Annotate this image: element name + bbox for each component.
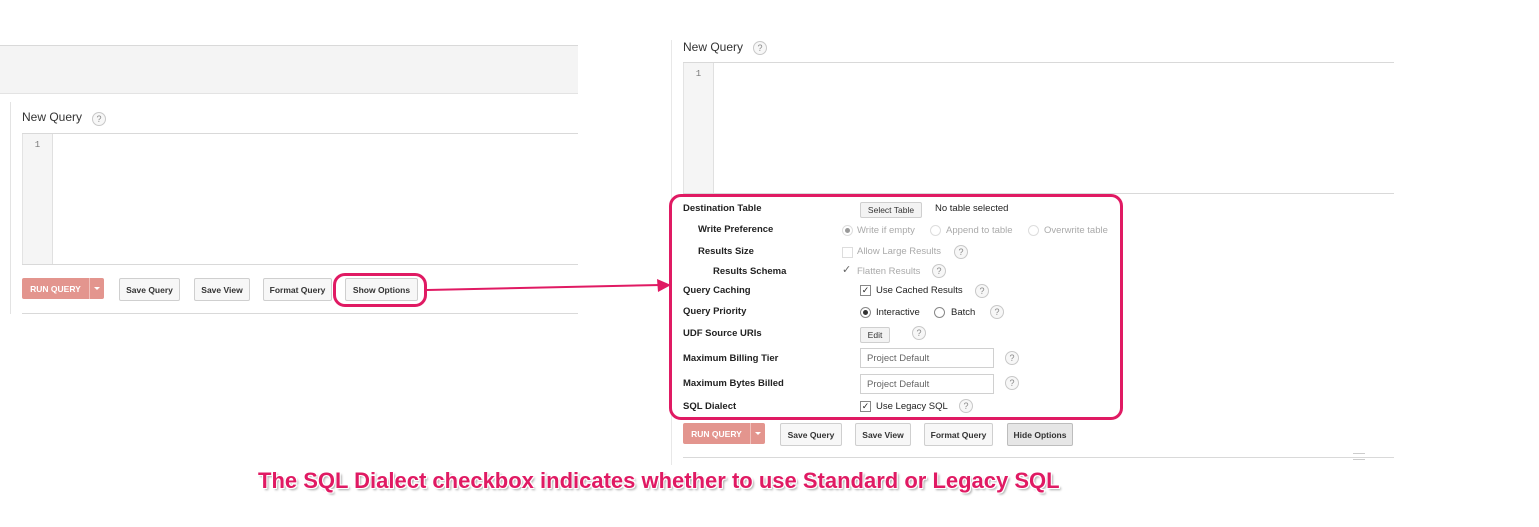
- left-help-icon[interactable]: ?: [92, 112, 106, 126]
- max-billing-tier-label: Maximum Billing Tier: [683, 353, 779, 364]
- use-cached-results-checkbox[interactable]: ✓: [860, 285, 871, 296]
- interactive-radio[interactable]: [860, 307, 871, 318]
- left-toolbar-area: [0, 45, 578, 94]
- sql-dialect-label: SQL Dialect: [683, 401, 737, 412]
- write-preference-label: Write Preference: [698, 224, 774, 235]
- left-run-query-label: RUN QUERY: [30, 283, 81, 294]
- use-legacy-sql-checkbox[interactable]: ✓: [860, 401, 871, 412]
- allow-large-results-label: Allow Large Results: [857, 246, 941, 257]
- max-billing-tier-help-icon[interactable]: ?: [1005, 351, 1019, 365]
- chevron-down-icon: [755, 432, 761, 435]
- udf-help-icon[interactable]: ?: [912, 326, 926, 340]
- annotation-caption: The SQL Dialect checkbox indicates wheth…: [258, 468, 1060, 493]
- right-bottom-divider: [683, 457, 1394, 458]
- left-run-query-button[interactable]: RUN QUERY: [22, 278, 104, 299]
- udf-edit-button[interactable]: Edit: [860, 327, 890, 343]
- hide-options-button[interactable]: Hide Options: [1007, 423, 1073, 446]
- append-to-table-radio[interactable]: [930, 225, 941, 236]
- right-help-icon[interactable]: ?: [753, 41, 767, 55]
- left-save-view-button[interactable]: Save View: [194, 278, 250, 301]
- write-if-empty-radio[interactable]: [842, 225, 853, 236]
- left-line-number: 1: [34, 140, 41, 150]
- left-format-query-button[interactable]: Format Query: [263, 278, 332, 301]
- right-query-title: New Query: [683, 40, 744, 54]
- chevron-down-icon: [94, 287, 100, 290]
- allow-large-results-checkbox[interactable]: [842, 247, 853, 258]
- max-bytes-billed-input[interactable]: Project Default: [860, 374, 994, 394]
- query-caching-label: Query Caching: [683, 285, 751, 296]
- overwrite-table-label: Overwrite table: [1044, 225, 1108, 236]
- destination-table-value: No table selected: [935, 203, 1009, 214]
- results-schema-help-icon[interactable]: ?: [932, 264, 946, 278]
- left-editor-gutter: 1: [22, 134, 53, 264]
- results-size-label: Results Size: [698, 246, 754, 257]
- right-save-view-button[interactable]: Save View: [855, 423, 911, 446]
- batch-label: Batch: [951, 307, 976, 318]
- sql-dialect-help-icon[interactable]: ?: [959, 399, 973, 413]
- left-bottom-divider: [22, 313, 578, 314]
- annotation-arrow: [426, 279, 671, 292]
- left-query-title: New Query: [22, 110, 83, 124]
- right-run-query-button[interactable]: RUN QUERY: [683, 423, 765, 444]
- use-cached-results-label: Use Cached Results: [876, 285, 963, 296]
- resize-handle-icon[interactable]: [1353, 453, 1365, 460]
- write-if-empty-label: Write if empty: [857, 225, 915, 236]
- query-priority-label: Query Priority: [683, 306, 747, 317]
- right-query-editor[interactable]: 1: [683, 62, 1394, 194]
- interactive-label: Interactive: [876, 307, 920, 318]
- use-legacy-sql-label: Use Legacy SQL: [876, 401, 948, 412]
- select-table-button[interactable]: Select Table: [860, 202, 922, 218]
- query-priority-help-icon[interactable]: ?: [990, 305, 1004, 319]
- right-run-query-dropdown[interactable]: [750, 423, 765, 444]
- left-query-editor[interactable]: 1: [22, 133, 578, 265]
- right-editor-gutter: 1: [683, 63, 714, 193]
- max-billing-tier-input[interactable]: Project Default: [860, 348, 994, 368]
- max-bytes-billed-label: Maximum Bytes Billed: [683, 378, 784, 389]
- right-line-number: 1: [695, 69, 702, 79]
- udf-source-uris-label: UDF Source URIs: [683, 328, 762, 339]
- left-panel-divider: [10, 102, 11, 314]
- max-bytes-billed-help-icon[interactable]: ?: [1005, 376, 1019, 390]
- arrow-shaft: [426, 284, 662, 291]
- results-size-help-icon[interactable]: ?: [954, 245, 968, 259]
- batch-radio[interactable]: [934, 307, 945, 318]
- append-to-table-label: Append to table: [946, 225, 1013, 236]
- flatten-results-label: Flatten Results: [857, 266, 921, 277]
- right-run-query-label: RUN QUERY: [691, 428, 742, 439]
- flatten-results-checkmark-icon[interactable]: ✓: [842, 263, 851, 276]
- show-options-highlight: [333, 273, 427, 307]
- query-caching-help-icon[interactable]: ?: [975, 284, 989, 298]
- results-schema-label: Results Schema: [713, 266, 787, 277]
- left-save-query-button[interactable]: Save Query: [119, 278, 180, 301]
- right-format-query-button[interactable]: Format Query: [924, 423, 993, 446]
- right-save-query-button[interactable]: Save Query: [780, 423, 842, 446]
- left-run-query-dropdown[interactable]: [89, 278, 104, 299]
- overwrite-table-radio[interactable]: [1028, 225, 1039, 236]
- destination-table-label: Destination Table: [683, 203, 762, 214]
